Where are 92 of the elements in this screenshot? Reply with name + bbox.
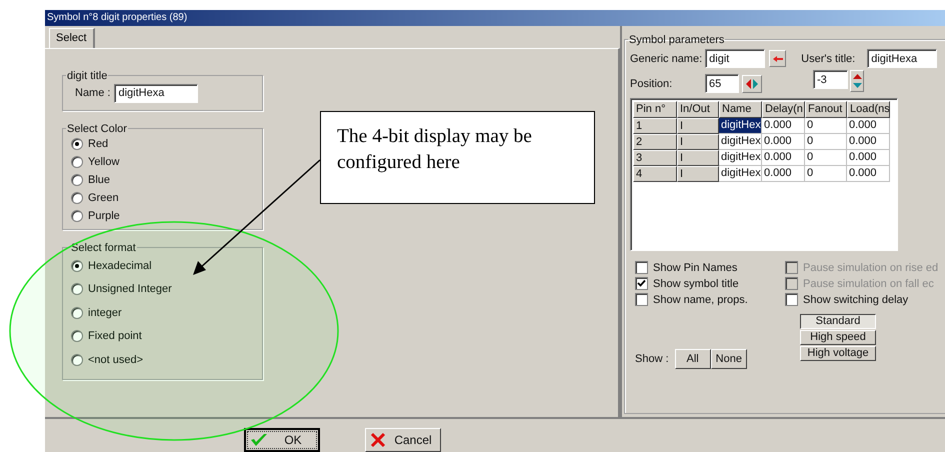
callout-text: The 4-bit display may be configured here <box>320 111 595 204</box>
table-cell: 4 <box>633 166 677 182</box>
table-cell: 0.000 <box>762 134 805 150</box>
radio-label: Fixed point <box>88 330 142 342</box>
left-right-arrows-icon <box>745 78 759 90</box>
table-cell: 1 <box>633 118 677 134</box>
ok-button[interactable]: OK <box>244 428 320 452</box>
column-header[interactable]: Fanout <box>805 100 847 118</box>
checkbox-label: Show name, props. <box>653 294 748 306</box>
table-cell: 0 <box>805 150 847 166</box>
show-button[interactable]: None <box>710 348 747 369</box>
checkmark-icon <box>250 432 268 448</box>
table-cell: 0.000 <box>762 150 805 166</box>
radio-button[interactable] <box>71 210 83 222</box>
table-cell: 0.000 <box>762 166 805 182</box>
field-label: Generic name: <box>630 52 702 65</box>
radio-label: Green <box>88 192 119 204</box>
name-field[interactable]: digitHexa <box>114 84 198 103</box>
table-cell: I <box>677 134 719 150</box>
show-button[interactable]: All <box>674 348 711 369</box>
speed-button[interactable]: High voltage <box>800 346 876 361</box>
group-title: digit title <box>66 70 108 82</box>
radio-button[interactable] <box>71 156 83 168</box>
table-cell: I <box>677 166 719 182</box>
offset-field[interactable]: -3 <box>813 70 848 90</box>
field-label: User's title: <box>801 52 856 65</box>
radio-label: Yellow <box>88 156 120 168</box>
checkbox[interactable] <box>785 293 798 306</box>
table-cell: 0 <box>805 134 847 150</box>
radio-button[interactable] <box>71 354 83 366</box>
group-title: Select Color <box>66 122 128 135</box>
checkbox-label: Pause simulation on fall ec <box>803 278 934 290</box>
table-cell[interactable]: digitHex <box>719 166 762 182</box>
table-cell: I <box>677 118 719 134</box>
table-cell: 0.000 <box>847 118 890 134</box>
arrow-left-icon <box>772 56 783 62</box>
checkbox-label: Show symbol title <box>653 278 739 290</box>
radio-button[interactable] <box>71 283 83 296</box>
speed-button[interactable]: High speed <box>800 330 876 345</box>
checkbox-label: Show Pin Names <box>653 262 738 274</box>
group-title: Symbol parameters <box>628 34 726 46</box>
checkbox-label: Show switching delay <box>803 294 908 306</box>
table-cell: 0 <box>805 166 847 182</box>
speed-button[interactable]: Standard <box>800 314 876 329</box>
column-header[interactable]: In/Out <box>677 100 719 118</box>
table-cell: 3 <box>633 150 677 166</box>
table-cell: 0 <box>805 118 847 134</box>
show-label: Show : <box>635 352 669 365</box>
spin-buttons[interactable] <box>850 70 864 92</box>
radio-label: Unsigned Integer <box>88 283 172 296</box>
cancel-button[interactable]: Cancel <box>365 428 441 452</box>
column-header[interactable]: Delay(n <box>762 100 805 118</box>
generic-name-field[interactable]: digit <box>705 49 766 68</box>
radio-label: Purple <box>88 210 120 222</box>
table-cell: 0.000 <box>762 118 805 134</box>
checkbox-label: Pause simulation on rise ed <box>803 262 938 274</box>
table-cell[interactable]: digitHex <box>719 134 762 150</box>
checkbox[interactable] <box>635 277 648 290</box>
radio-button[interactable] <box>71 192 83 204</box>
radio-label: Red <box>88 138 108 150</box>
radio-button[interactable] <box>71 260 83 272</box>
field-label: Name : <box>75 87 110 100</box>
radio-label: integer <box>88 306 122 319</box>
table-cell: I <box>677 150 719 166</box>
tab[interactable]: Select <box>49 28 95 48</box>
table-cell: 2 <box>633 134 677 150</box>
up-down-arrows-icon <box>852 72 862 90</box>
checkbox[interactable] <box>635 293 648 306</box>
group-title: Select format <box>70 242 137 254</box>
table-cell[interactable]: digitHex <box>719 150 762 166</box>
user-title-field[interactable]: digitHexa <box>867 49 938 68</box>
column-header[interactable]: Name <box>719 100 762 118</box>
radio-button[interactable] <box>71 306 83 319</box>
checkbox[interactable] <box>635 261 648 274</box>
radio-button[interactable] <box>71 138 83 150</box>
column-header[interactable]: Pin n° <box>633 100 677 118</box>
radio-label: Hexadecimal <box>88 260 152 272</box>
close-icon <box>370 432 386 448</box>
table-cell: 0.000 <box>847 150 890 166</box>
radio-button[interactable] <box>71 330 83 342</box>
column-header[interactable]: Load(ns <box>847 100 890 118</box>
table-cell: 0.000 <box>847 166 890 182</box>
table-cell: 0.000 <box>847 134 890 150</box>
radio-label: Blue <box>88 174 110 186</box>
radio-button[interactable] <box>71 174 83 186</box>
window-title: Symbol n°8 digit properties (89) <box>47 12 188 24</box>
back-button[interactable] <box>769 50 786 68</box>
field-label: Position: <box>630 78 674 90</box>
radio-label: <not used> <box>88 354 144 366</box>
table-cell[interactable]: digitHex <box>719 118 762 134</box>
left-right-buttons[interactable] <box>742 74 762 93</box>
position-field[interactable]: 65 <box>705 74 739 94</box>
